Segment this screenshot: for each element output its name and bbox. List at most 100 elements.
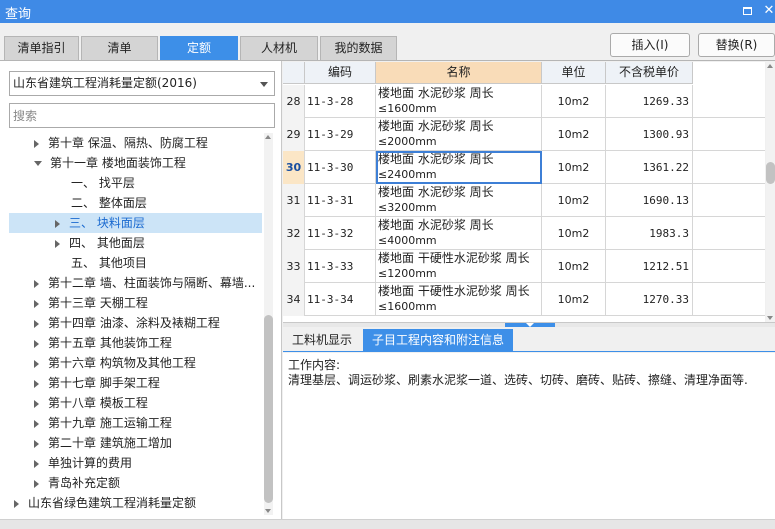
scroll-down-icon[interactable]	[767, 316, 773, 320]
price-cell: 1690.13	[606, 184, 693, 217]
tree-node[interactable]: 第十八章 模板工程	[34, 393, 148, 413]
header-unit[interactable]: 单位	[542, 62, 606, 84]
tab-list[interactable]: 清单	[81, 36, 158, 60]
dropdown-value: 山东省建筑工程消耗量定额(2016)	[13, 76, 197, 90]
row-index: 28	[283, 85, 305, 118]
name-cell: 楼地面 水泥砂浆 周长 ≤1600mm	[376, 85, 542, 118]
code-cell: 11-3-30	[305, 151, 376, 184]
price-cell: 1300.93	[606, 118, 693, 151]
status-bar	[0, 519, 775, 529]
quota-library-dropdown[interactable]: 山东省建筑工程消耗量定额(2016)	[9, 71, 275, 96]
tree-node[interactable]: 一、 找平层	[71, 173, 135, 193]
scrollbar-thumb[interactable]	[766, 162, 775, 184]
name-cell-focused[interactable]: 楼地面 水泥砂浆 周长 ≤2400mm	[376, 151, 542, 184]
tree-node[interactable]: 第二十章 建筑施工增加	[34, 433, 172, 453]
expand-arrow-icon[interactable]	[34, 419, 39, 428]
price-cell: 1212.51	[606, 250, 693, 283]
table-row[interactable]: 33 11-3-33 楼地面 干硬性水泥砂浆 周长 ≤1200mm 10m2 12…	[283, 250, 765, 283]
scroll-up-icon[interactable]	[767, 64, 773, 68]
expand-arrow-icon[interactable]	[34, 479, 39, 488]
expand-arrow-icon[interactable]	[34, 459, 39, 468]
code-cell: 11-3-29	[305, 118, 376, 151]
tab-work-content[interactable]: 子目工程内容和附注信息	[363, 329, 513, 352]
row-index: 32	[283, 217, 305, 250]
collapse-grip[interactable]	[505, 323, 555, 327]
tree-node[interactable]: 第十九章 施工运输工程	[34, 413, 172, 433]
work-content-text: 清理基层、调运砂浆、刷素水泥浆一道、选砖、切砖、磨砖、贴砖、擦缝、清理净面等.	[288, 373, 748, 387]
tree-node[interactable]: 第十四章 油漆、涂料及裱糊工程	[34, 313, 220, 333]
chevron-down-icon	[526, 323, 534, 327]
tree-node[interactable]: 第十三章 天棚工程	[34, 293, 148, 313]
name-cell: 楼地面 水泥砂浆 周长 ≤3200mm	[376, 184, 542, 217]
tree-node[interactable]: 第十七章 脚手架工程	[34, 373, 160, 393]
table-row[interactable]: 28 11-3-28 楼地面 水泥砂浆 周长 ≤1600mm 10m2 1269.…	[283, 85, 765, 118]
tab-materials[interactable]: 人材机	[240, 36, 318, 60]
tree-node[interactable]: 四、 其他面层	[55, 233, 145, 253]
unit-cell: 10m2	[542, 118, 606, 151]
header-code[interactable]: 编码	[305, 62, 376, 84]
tree-node[interactable]: 第十一章 楼地面装饰工程	[34, 153, 186, 173]
tab-materials-display[interactable]: 工料机显示	[287, 329, 357, 352]
tree-node[interactable]: 青岛补充定额	[34, 473, 120, 493]
collapse-arrow-icon[interactable]	[34, 161, 42, 166]
tab-my-data[interactable]: 我的数据	[320, 36, 397, 60]
table-row[interactable]: 34 11-3-34 楼地面 干硬性水泥砂浆 周长 ≤1600mm 10m2 12…	[283, 283, 765, 316]
tree-node[interactable]: 五、 其他项目	[71, 253, 147, 273]
table-row[interactable]: 32 11-3-32 楼地面 水泥砂浆 周长 ≤4000mm 10m2 1983.…	[283, 217, 765, 250]
replace-button[interactable]: 替换(R)	[698, 33, 775, 57]
table-row[interactable]: 29 11-3-29 楼地面 水泥砂浆 周长 ≤2000mm 10m2 1300.…	[283, 118, 765, 151]
expand-arrow-icon[interactable]	[34, 399, 39, 408]
expand-arrow-icon[interactable]	[34, 339, 39, 348]
expand-arrow-icon[interactable]	[34, 359, 39, 368]
table-row-current[interactable]: 30 11-3-30 楼地面 水泥砂浆 周长 ≤2400mm 10m2 1361.…	[283, 151, 765, 184]
work-content-label: 工作内容:	[288, 358, 341, 372]
row-index: 29	[283, 118, 305, 151]
tree-node[interactable]: 第十二章 墙、柱面装饰与隔断、幕墙...	[34, 273, 255, 293]
unit-cell: 10m2	[542, 217, 606, 250]
tree-node[interactable]: 第十六章 构筑物及其他工程	[34, 353, 196, 373]
panel-splitter[interactable]	[283, 322, 775, 327]
expand-arrow-icon[interactable]	[34, 139, 39, 148]
expand-arrow-icon[interactable]	[14, 499, 19, 508]
work-content-panel: 工作内容: 清理基层、调运砂浆、刷素水泥浆一道、选砖、切砖、磨砖、贴砖、擦缝、清…	[283, 353, 775, 519]
close-icon[interactable]: ✕	[760, 2, 775, 20]
header-name[interactable]: 名称	[376, 62, 542, 84]
row-index: 33	[283, 250, 305, 283]
tree-scrollbar[interactable]	[264, 133, 273, 515]
detail-tab-bar: 工料机显示 子目工程内容和附注信息	[283, 328, 775, 352]
tab-quota[interactable]: 定额	[160, 36, 238, 60]
expand-arrow-icon[interactable]	[55, 239, 60, 248]
table-scrollbar[interactable]	[766, 62, 775, 322]
scroll-down-icon[interactable]	[265, 509, 271, 513]
expand-arrow-icon[interactable]	[34, 279, 39, 288]
search-input[interactable]	[9, 103, 275, 128]
name-cell: 楼地面 干硬性水泥砂浆 周长 ≤1600mm	[376, 283, 542, 316]
price-cell: 1983.3	[606, 217, 693, 250]
name-cell: 楼地面 水泥砂浆 周长 ≤2000mm	[376, 118, 542, 151]
tree-node[interactable]: 第十五章 其他装饰工程	[34, 333, 172, 353]
expand-arrow-icon[interactable]	[34, 299, 39, 308]
table-row[interactable]: 31 11-3-31 楼地面 水泥砂浆 周长 ≤3200mm 10m2 1690.…	[283, 184, 765, 217]
header-price[interactable]: 不含税单价	[606, 62, 693, 84]
scroll-up-icon[interactable]	[265, 135, 271, 139]
header-index	[283, 62, 305, 84]
expand-arrow-icon[interactable]	[55, 219, 60, 228]
tree-node[interactable]: 二、 整体面层	[71, 193, 147, 213]
expand-arrow-icon[interactable]	[34, 319, 39, 328]
tree-node-selected[interactable]: 三、 块料面层	[9, 213, 262, 233]
left-panel: 山东省建筑工程消耗量定额(2016) 第十章 保温、隔热、防腐工程 第十一章 楼…	[0, 61, 282, 519]
unit-cell: 10m2	[542, 85, 606, 118]
tree-node[interactable]: 第十章 保温、隔热、防腐工程	[34, 133, 208, 153]
window-title: 查询	[5, 7, 32, 22]
expand-arrow-icon[interactable]	[34, 439, 39, 448]
tab-list-guide[interactable]: 清单指引	[4, 36, 79, 60]
unit-cell: 10m2	[542, 250, 606, 283]
scrollbar-thumb[interactable]	[264, 315, 273, 503]
insert-button[interactable]: 插入(I)	[610, 33, 690, 57]
unit-cell: 10m2	[542, 184, 606, 217]
price-cell: 1270.33	[606, 283, 693, 316]
tree-node[interactable]: 山东省绿色建筑工程消耗量定额	[14, 493, 196, 513]
maximize-icon[interactable]	[738, 2, 756, 20]
tree-node[interactable]: 单独计算的费用	[34, 453, 132, 473]
expand-arrow-icon[interactable]	[34, 379, 39, 388]
